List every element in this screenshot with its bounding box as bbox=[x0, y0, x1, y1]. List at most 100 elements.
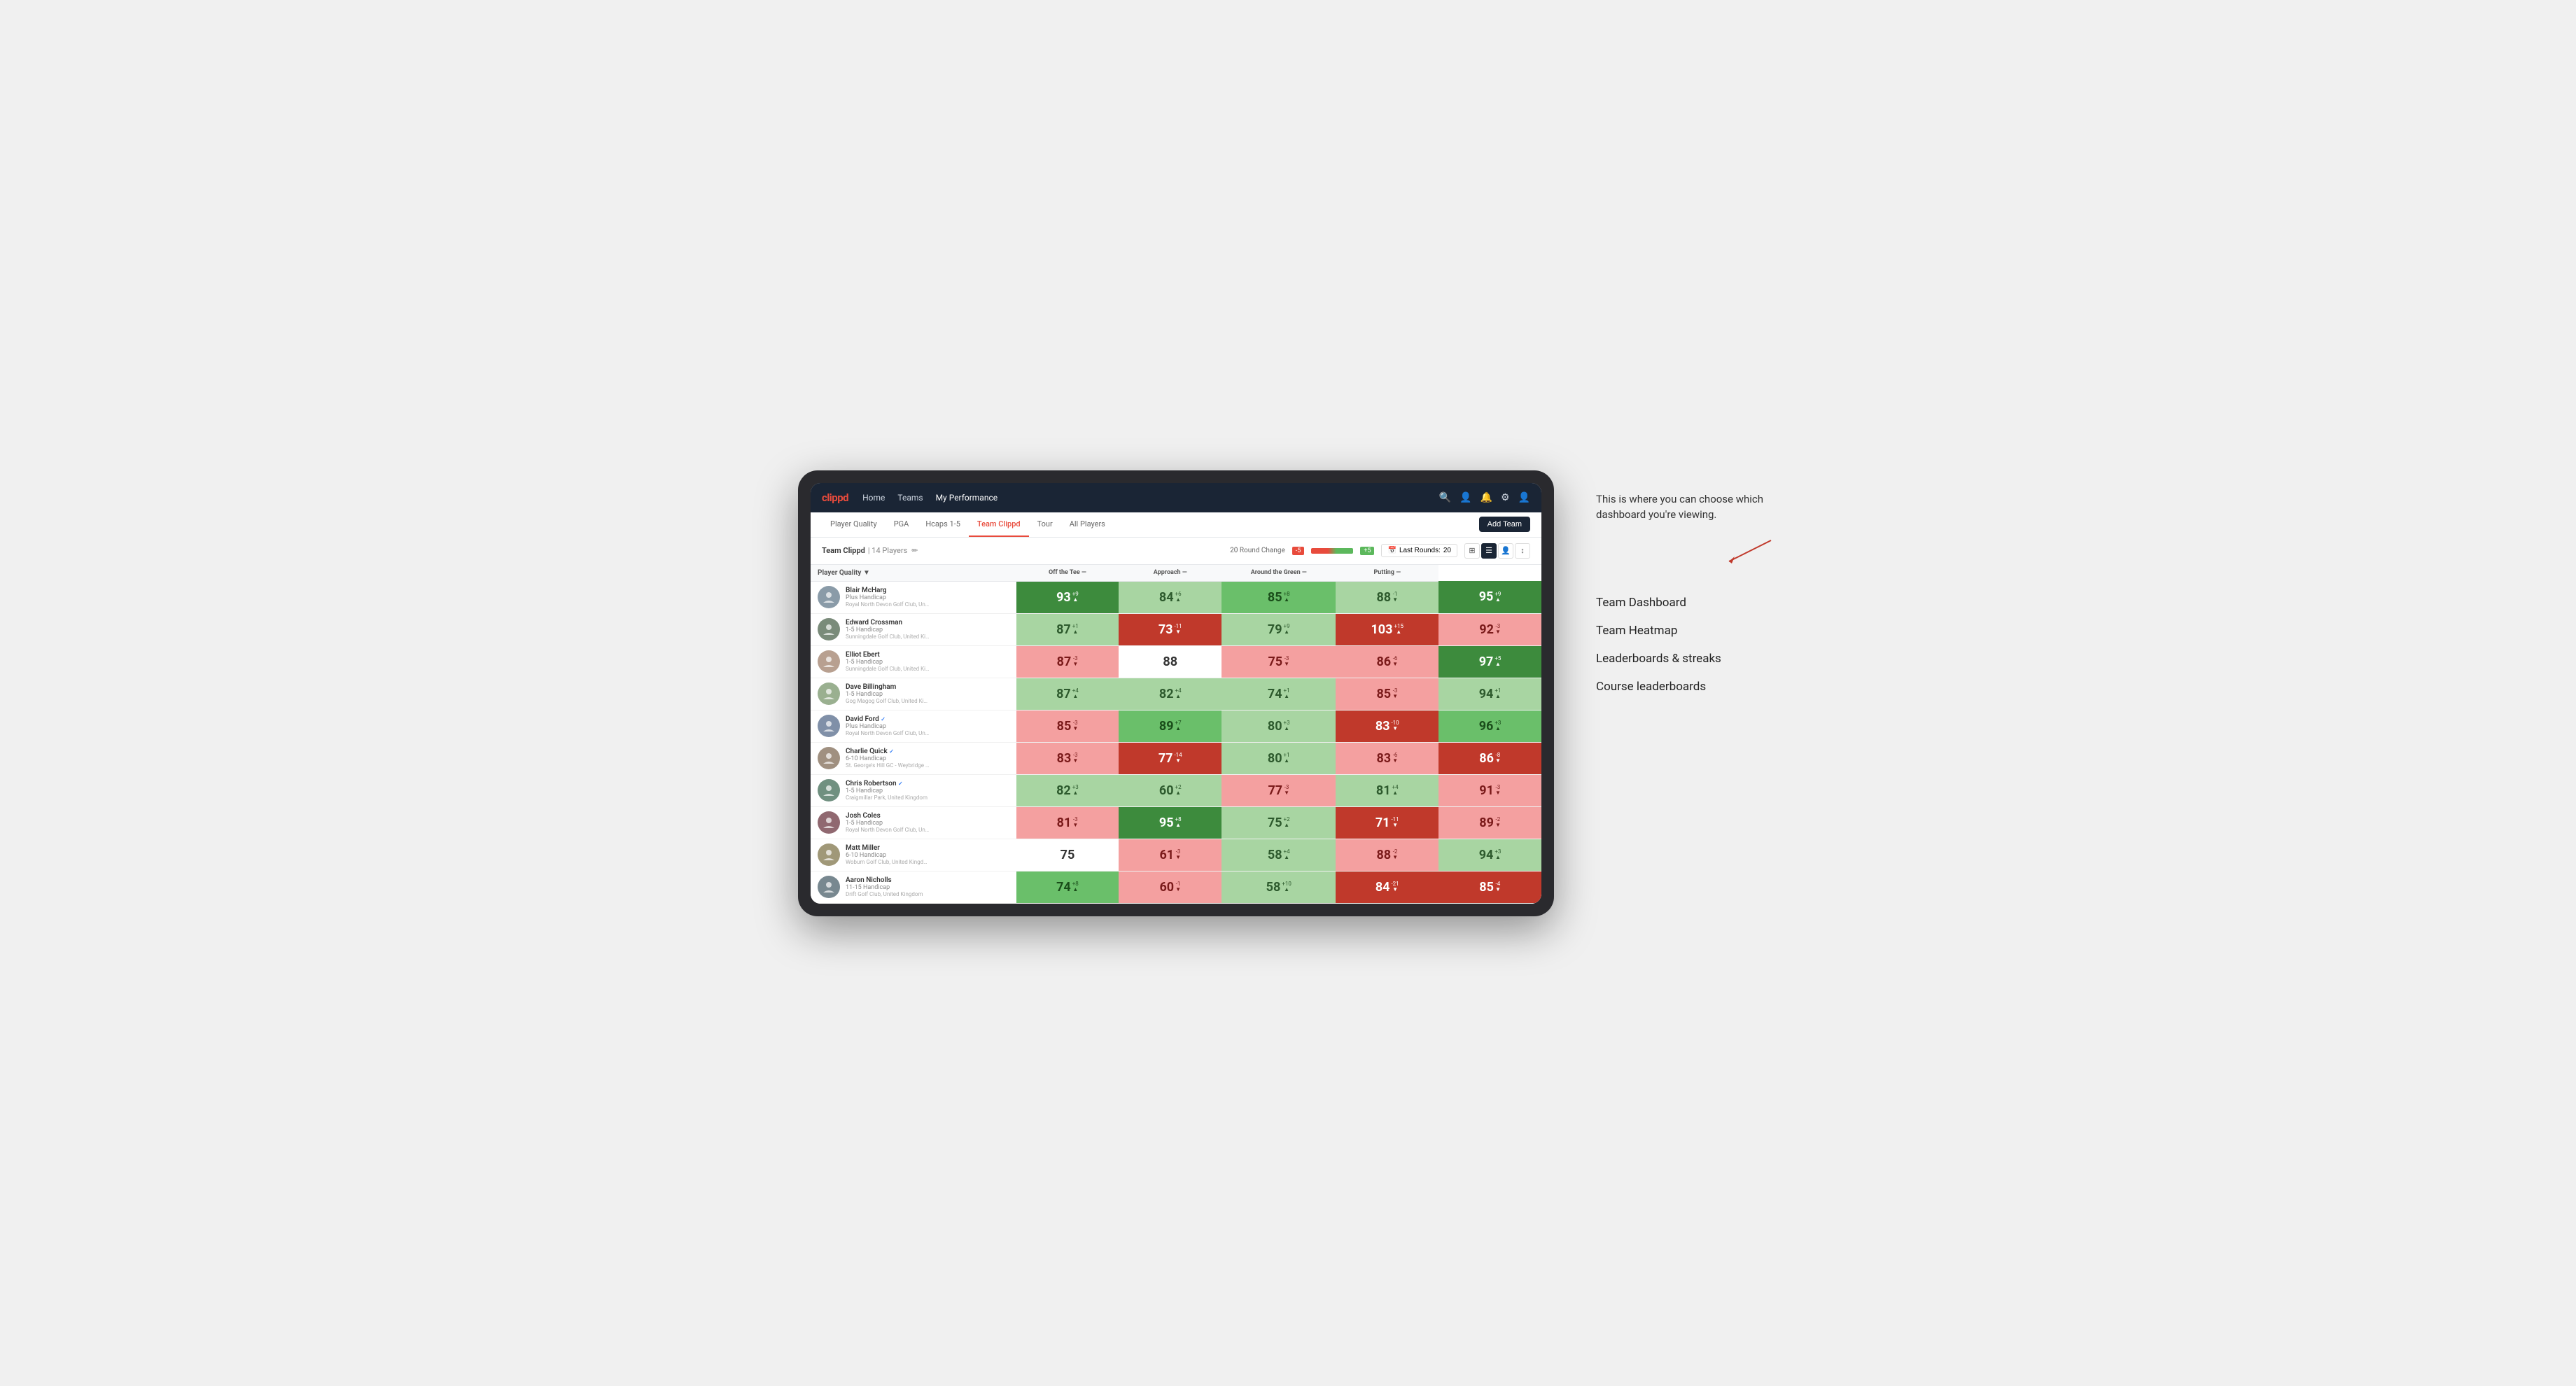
option-team-heatmap[interactable]: Team Heatmap bbox=[1596, 617, 1778, 645]
player-cell: Josh Coles 1-5 Handicap Royal North Devo… bbox=[811, 806, 1016, 839]
add-team-button[interactable]: Add Team bbox=[1479, 517, 1530, 532]
metric-number: 87 bbox=[1057, 654, 1072, 669]
metric-value: 89 +7▲ bbox=[1119, 710, 1222, 742]
change-bar bbox=[1311, 548, 1353, 554]
team-header: Team Clippd | 14 Players ✏ 20 Round Chan… bbox=[811, 538, 1541, 565]
table-row[interactable]: Chris Robertson ✓ 1-5 Handicap Craigmill… bbox=[811, 774, 1541, 806]
change-indicator: -11▼ bbox=[1174, 624, 1182, 635]
view-grid-icon[interactable]: ⊞ bbox=[1464, 543, 1480, 559]
metric-putting: 94 +1▲ bbox=[1438, 678, 1541, 710]
view-card-icon[interactable]: 👤 bbox=[1498, 543, 1513, 559]
player-name: Charlie Quick ✓ bbox=[846, 748, 930, 755]
avatar bbox=[818, 682, 840, 705]
metric-number: 93 bbox=[1056, 590, 1071, 605]
player-cell: Dave Billingham 1-5 Handicap Gog Magog G… bbox=[811, 678, 1016, 710]
change-indicator: +3▲ bbox=[1284, 720, 1290, 732]
team-header-right: 20 Round Change -5 +5 📅 Last Rounds: 20 … bbox=[1230, 543, 1530, 559]
metric-number: 83 bbox=[1057, 751, 1072, 766]
settings-icon[interactable]: ⚙ bbox=[1501, 492, 1510, 503]
metric-value: 85 -4▼ bbox=[1438, 872, 1541, 903]
change-pos-badge: +5 bbox=[1360, 547, 1374, 555]
metric-value: 87 -3▼ bbox=[1016, 646, 1119, 678]
metric-number: 83 bbox=[1376, 751, 1391, 766]
change-indicator: -1▼ bbox=[1392, 592, 1398, 603]
change-indicator: +7▲ bbox=[1175, 720, 1182, 732]
metric-value: 73 -11▼ bbox=[1119, 614, 1222, 645]
player-club: Gog Magog Golf Club, United Kingdom bbox=[846, 698, 930, 704]
nav-link-home[interactable]: Home bbox=[862, 493, 885, 503]
option-leaderboards[interactable]: Leaderboards & streaks bbox=[1596, 645, 1778, 673]
player-handicap: 1-5 Handicap bbox=[846, 659, 930, 666]
metric-value: 95 +9▲ bbox=[1438, 581, 1541, 613]
option-course-leaderboards[interactable]: Course leaderboards bbox=[1596, 673, 1778, 701]
sub-nav-pgat[interactable]: Player Quality bbox=[822, 512, 886, 537]
table-row[interactable]: Blair McHarg Plus Handicap Royal North D… bbox=[811, 581, 1541, 613]
change-indicator: +4▲ bbox=[1392, 785, 1399, 796]
user-icon[interactable]: 👤 bbox=[1460, 492, 1471, 503]
metric-value: 82 +3▲ bbox=[1016, 775, 1119, 806]
change-indicator: -3▼ bbox=[1175, 849, 1181, 860]
player-handicap: 6-10 Handicap bbox=[846, 852, 930, 859]
table-row[interactable]: Aaron Nicholls 11-15 Handicap Drift Golf… bbox=[811, 871, 1541, 903]
metric-putting: 92 -3▼ bbox=[1438, 613, 1541, 645]
tablet-frame: clippd Home Teams My Performance 🔍 👤 🔔 ⚙… bbox=[798, 470, 1554, 916]
table-row[interactable]: David Ford ✓ Plus Handicap Royal North D… bbox=[811, 710, 1541, 742]
table-row[interactable]: Elliot Ebert 1-5 Handicap Sunningdale Go… bbox=[811, 645, 1541, 678]
sub-nav-tour[interactable]: Tour bbox=[1029, 512, 1061, 537]
sub-nav-teamclippd[interactable]: Team Clippd bbox=[969, 512, 1029, 537]
change-indicator: +2▲ bbox=[1175, 785, 1182, 796]
sub-nav-pga[interactable]: PGA bbox=[886, 512, 918, 537]
option-team-dashboard[interactable]: Team Dashboard bbox=[1596, 589, 1778, 617]
avatar bbox=[818, 586, 840, 608]
last-rounds-button[interactable]: 📅 Last Rounds: 20 bbox=[1381, 544, 1457, 557]
metric-value: 94 +3▲ bbox=[1438, 839, 1541, 871]
player-club: Royal North Devon Golf Club, United King… bbox=[846, 730, 930, 736]
nav-bar: clippd Home Teams My Performance 🔍 👤 🔔 ⚙… bbox=[811, 483, 1541, 512]
view-list-icon[interactable]: ☰ bbox=[1481, 543, 1497, 559]
metric-player-quality: 83 -3▼ bbox=[1016, 742, 1119, 774]
player-cell: Elliot Ebert 1-5 Handicap Sunningdale Go… bbox=[811, 645, 1016, 678]
metric-player-quality: 87 -3▼ bbox=[1016, 645, 1119, 678]
player-cell: Matt Miller 6-10 Handicap Woburn Golf Cl… bbox=[811, 839, 1016, 871]
table-row[interactable]: Charlie Quick ✓ 6-10 Handicap St. George… bbox=[811, 742, 1541, 774]
change-indicator: -6▼ bbox=[1392, 752, 1398, 764]
table-row[interactable]: Matt Miller 6-10 Handicap Woburn Golf Cl… bbox=[811, 839, 1541, 871]
view-options-icon[interactable]: ↕ bbox=[1515, 543, 1530, 559]
metric-number: 85 bbox=[1268, 590, 1282, 605]
metric-value: 86 -6▼ bbox=[1336, 646, 1438, 678]
table-row[interactable]: Josh Coles 1-5 Handicap Royal North Devo… bbox=[811, 806, 1541, 839]
change-indicator: -8▼ bbox=[1495, 752, 1501, 764]
change-indicator: -6▼ bbox=[1392, 656, 1398, 667]
metric-value: 83 -10▼ bbox=[1336, 710, 1438, 742]
player-cell: Blair McHarg Plus Handicap Royal North D… bbox=[811, 581, 1016, 613]
bell-icon[interactable]: 🔔 bbox=[1480, 492, 1492, 503]
sub-nav-hcaps[interactable]: Hcaps 1-5 bbox=[917, 512, 969, 537]
change-indicator: +4▲ bbox=[1072, 688, 1079, 699]
change-indicator: +1▲ bbox=[1284, 688, 1290, 699]
metric-putting: 91 -3▼ bbox=[1438, 774, 1541, 806]
search-icon[interactable]: 🔍 bbox=[1439, 492, 1451, 503]
player-name: Chris Robertson ✓ bbox=[846, 780, 927, 788]
metric-putting: 96 +3▲ bbox=[1438, 710, 1541, 742]
edit-icon[interactable]: ✏ bbox=[911, 546, 918, 555]
change-indicator: +1▲ bbox=[1494, 688, 1501, 699]
metric-off-tee: 60 -1▼ bbox=[1119, 871, 1222, 903]
metric-value: 83 -3▼ bbox=[1016, 743, 1119, 774]
player-details: Chris Robertson ✓ 1-5 Handicap Craigmill… bbox=[846, 780, 927, 801]
nav-link-teams[interactable]: Teams bbox=[897, 493, 923, 503]
avatar bbox=[818, 876, 840, 898]
nav-link-myperformance[interactable]: My Performance bbox=[936, 493, 998, 503]
change-indicator: +10▲ bbox=[1282, 881, 1292, 892]
profile-icon[interactable]: 👤 bbox=[1518, 492, 1530, 503]
change-indicator: +9▲ bbox=[1072, 592, 1079, 603]
player-name: Aaron Nicholls bbox=[846, 876, 923, 884]
change-indicator: +4▲ bbox=[1284, 849, 1290, 860]
player-tbody: Blair McHarg Plus Handicap Royal North D… bbox=[811, 581, 1541, 903]
change-indicator: -2▼ bbox=[1495, 817, 1501, 828]
logo[interactable]: clippd bbox=[822, 491, 848, 504]
sub-nav-allplayers[interactable]: All Players bbox=[1061, 512, 1114, 537]
metric-number: 74 bbox=[1056, 880, 1071, 895]
change-indicator: +9▲ bbox=[1284, 624, 1290, 635]
table-row[interactable]: Dave Billingham 1-5 Handicap Gog Magog G… bbox=[811, 678, 1541, 710]
table-row[interactable]: Edward Crossman 1-5 Handicap Sunningdale… bbox=[811, 613, 1541, 645]
